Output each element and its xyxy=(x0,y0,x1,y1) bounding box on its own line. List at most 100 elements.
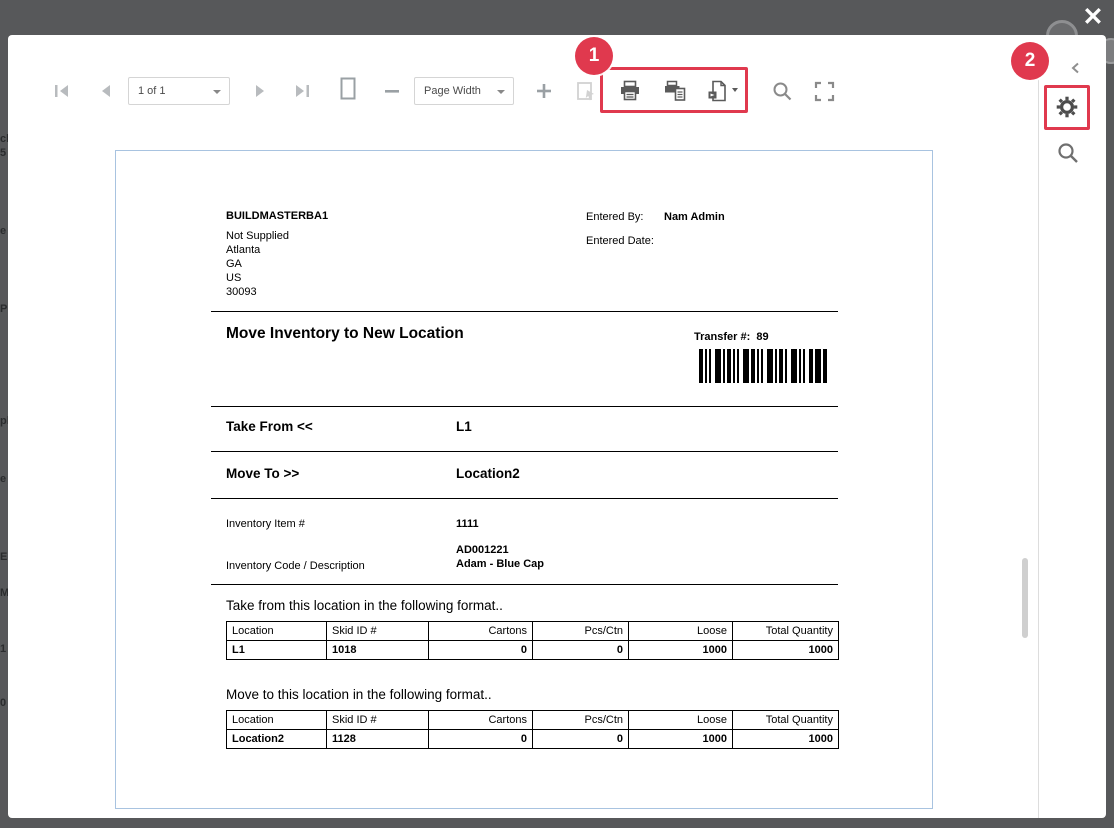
sidebar-separator xyxy=(1038,59,1039,818)
column-header: Skid ID # xyxy=(327,711,429,730)
address-line: GA xyxy=(226,257,289,271)
report-viewer-modal: 1 of 1 Page Width xyxy=(8,35,1106,818)
chevron-down-icon xyxy=(497,90,505,94)
single-page-view-button[interactable] xyxy=(336,77,360,101)
first-page-icon xyxy=(52,81,72,101)
zoom-mode-value: Page Width xyxy=(424,85,481,97)
print-page-button[interactable] xyxy=(663,79,687,103)
divider xyxy=(211,584,838,585)
transfer-barcode xyxy=(699,349,829,385)
transfer-label: Transfer #: xyxy=(694,331,750,343)
entered-by-label: Entered By: xyxy=(586,211,643,223)
cell-pcs-ctn: 0 xyxy=(533,641,629,660)
take-from-table: Location Skid ID # Cartons Pcs/Ctn Loose… xyxy=(226,621,839,660)
sidebar-search-button[interactable] xyxy=(1054,139,1082,167)
column-header: Skid ID # xyxy=(327,622,429,641)
fullscreen-icon xyxy=(813,80,836,103)
search-icon xyxy=(771,80,794,103)
last-page-button[interactable] xyxy=(290,79,314,103)
company-name: BUILDMASTERBA1 xyxy=(226,210,328,222)
company-address: Not Supplied Atlanta GA US 30093 xyxy=(226,229,289,299)
column-header: Total Quantity xyxy=(733,711,839,730)
vertical-scrollbar-thumb[interactable] xyxy=(1022,558,1028,638)
take-section-title: Take from this location in the following… xyxy=(226,598,503,613)
divider xyxy=(211,311,838,312)
entered-date-label: Entered Date: xyxy=(586,235,654,247)
address-line: Atlanta xyxy=(226,243,289,257)
previous-page-icon xyxy=(96,81,116,101)
export-options-button[interactable] xyxy=(1052,92,1082,122)
address-line: Not Supplied xyxy=(226,229,289,243)
next-page-icon xyxy=(250,81,270,101)
column-header: Cartons xyxy=(429,622,533,641)
print-button[interactable] xyxy=(618,79,642,103)
page-icon xyxy=(337,76,359,102)
collapse-panel-button[interactable] xyxy=(1067,59,1085,77)
move-to-label: Move To >> xyxy=(226,466,299,481)
cell-pcs-ctn: 0 xyxy=(533,730,629,749)
zoom-in-button[interactable] xyxy=(532,79,556,103)
divider xyxy=(211,451,838,452)
inventory-code-label: Inventory Code / Description xyxy=(226,560,365,572)
fullscreen-button[interactable] xyxy=(812,79,836,103)
divider xyxy=(211,498,838,499)
entered-by-value: Nam Admin xyxy=(664,211,725,223)
table-row: Location2 1128 0 0 1000 1000 xyxy=(227,730,839,749)
column-header: Loose xyxy=(629,711,733,730)
take-from-value: L1 xyxy=(456,419,472,434)
inventory-code-value: AD001221 xyxy=(456,544,509,556)
inventory-description-value: Adam - Blue Cap xyxy=(456,558,544,570)
column-header: Loose xyxy=(629,622,733,641)
search-button[interactable] xyxy=(770,79,794,103)
search-icon xyxy=(1056,141,1080,165)
table-header-row: Location Skid ID # Cartons Pcs/Ctn Loose… xyxy=(227,711,839,730)
cell-cartons: 0 xyxy=(429,641,533,660)
zoom-mode-select[interactable]: Page Width xyxy=(414,77,514,105)
highlight-editing-fields-button[interactable] xyxy=(574,79,598,103)
cell-loose: 1000 xyxy=(629,641,733,660)
cell-location: Location2 xyxy=(227,730,327,749)
move-to-table: Location Skid ID # Cartons Pcs/Ctn Loose… xyxy=(226,710,839,749)
previous-page-button[interactable] xyxy=(94,79,118,103)
page-number-value: 1 of 1 xyxy=(138,85,166,97)
divider xyxy=(211,406,838,407)
annotation-badge-2: 2 xyxy=(1011,42,1049,80)
minus-icon xyxy=(382,81,402,101)
cell-cartons: 0 xyxy=(429,730,533,749)
chevron-left-icon xyxy=(1069,61,1083,75)
address-line: 30093 xyxy=(226,285,289,299)
cell-loose: 1000 xyxy=(629,730,733,749)
export-dropdown-caret-icon[interactable] xyxy=(732,88,738,92)
cell-skid-id: 1018 xyxy=(327,641,429,660)
chevron-down-icon xyxy=(213,90,221,94)
page-number-select[interactable]: 1 of 1 xyxy=(128,77,230,105)
gear-icon xyxy=(1054,94,1080,120)
first-page-button[interactable] xyxy=(50,79,74,103)
move-to-value: Location2 xyxy=(456,466,520,481)
overlay-backdrop: ck 5 e P pl e E M 1 0 ✕ 1 of 1 xyxy=(0,0,1114,828)
inventory-item-label: Inventory Item # xyxy=(226,518,305,530)
printer-icon xyxy=(618,79,642,103)
printer-page-icon xyxy=(663,79,687,103)
cell-skid-id: 1128 xyxy=(327,730,429,749)
column-header: Total Quantity xyxy=(733,622,839,641)
column-header: Pcs/Ctn xyxy=(533,622,629,641)
zoom-out-button[interactable] xyxy=(380,79,404,103)
take-from-label: Take From << xyxy=(226,419,313,434)
table-row: L1 1018 0 0 1000 1000 xyxy=(227,641,839,660)
last-page-icon xyxy=(292,81,312,101)
report-page: BUILDMASTERBA1 Not Supplied Atlanta GA U… xyxy=(115,150,933,809)
column-header: Cartons xyxy=(429,711,533,730)
column-header: Pcs/Ctn xyxy=(533,711,629,730)
annotation-badge-1: 1 xyxy=(575,37,613,75)
export-button[interactable] xyxy=(706,79,730,103)
plus-icon xyxy=(534,81,554,101)
address-line: US xyxy=(226,271,289,285)
export-document-icon xyxy=(706,79,730,103)
close-icon[interactable]: ✕ xyxy=(1078,2,1108,32)
transfer-number: Transfer #: 89 xyxy=(694,331,769,343)
transfer-value: 89 xyxy=(756,331,768,343)
next-page-button[interactable] xyxy=(248,79,272,103)
cell-location: L1 xyxy=(227,641,327,660)
column-header: Location xyxy=(227,711,327,730)
